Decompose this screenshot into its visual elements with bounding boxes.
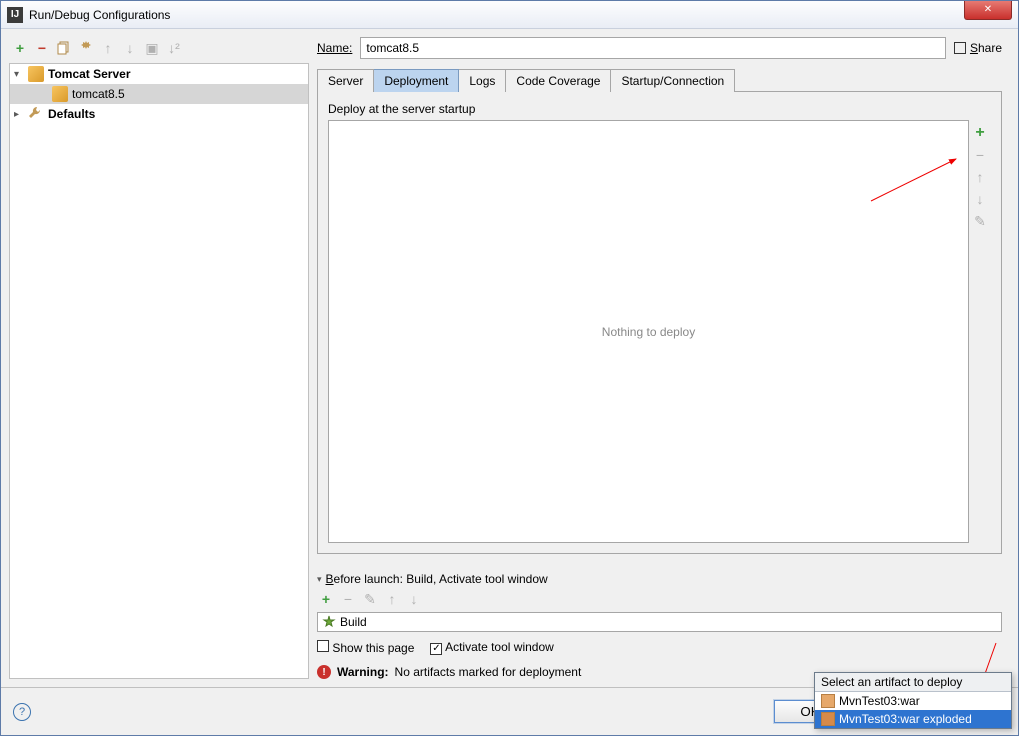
before-launch-header[interactable]: ▾ Before launch: Build, Activate tool wi… <box>317 572 1002 586</box>
artifact-icon <box>821 694 835 708</box>
tree-node-tomcat-instance[interactable]: tomcat8.5 <box>10 84 308 104</box>
warning-text: No artifacts marked for deployment <box>395 665 582 679</box>
help-button[interactable]: ? <box>13 703 31 721</box>
name-input[interactable] <box>360 37 946 59</box>
deploy-empty-text: Nothing to deploy <box>602 325 695 339</box>
add-config-icon[interactable]: + <box>11 39 29 57</box>
move-down-icon[interactable]: ↓ <box>405 590 423 608</box>
config-tree[interactable]: ▾ Tomcat Server tomcat8.5 ▸ Defaults <box>9 63 309 679</box>
dialog-body: + − ↑ ↓ ▣ ↓² ▾ Tomcat Server tomcat8.5 <box>1 29 1018 687</box>
tab-deployment[interactable]: Deployment <box>374 69 459 92</box>
tomcat-icon <box>52 86 68 102</box>
deployment-panel: Deploy at the server startup Nothing to … <box>317 92 1002 554</box>
sort-icon[interactable]: ↓² <box>165 39 183 57</box>
tree-label: Defaults <box>48 107 95 121</box>
chevron-down-icon: ▾ <box>14 69 28 80</box>
remove-artifact-icon[interactable]: − <box>971 146 989 164</box>
popup-item-label: MvnTest03:war exploded <box>839 712 972 726</box>
name-label: Name: <box>317 41 352 55</box>
add-artifact-icon[interactable]: + <box>971 124 989 142</box>
close-button[interactable]: ✕ <box>964 1 1012 20</box>
move-down-icon[interactable]: ↓ <box>971 190 989 208</box>
popup-item-war[interactable]: MvnTest03:war <box>815 692 1011 710</box>
tree-node-defaults[interactable]: ▸ Defaults <box>10 104 308 124</box>
popup-item-war-exploded[interactable]: MvnTest03:war exploded <box>815 710 1011 728</box>
tab-logs[interactable]: Logs <box>459 69 506 92</box>
artifact-icon <box>821 712 835 726</box>
move-up-icon[interactable]: ↑ <box>971 168 989 186</box>
build-label: Build <box>340 615 367 629</box>
edit-task-icon[interactable]: ✎ <box>361 590 379 608</box>
remove-config-icon[interactable]: − <box>33 39 51 57</box>
settings-icon[interactable] <box>77 39 95 57</box>
tab-code-coverage[interactable]: Code Coverage <box>506 69 611 92</box>
tab-server[interactable]: Server <box>317 69 374 92</box>
chevron-right-icon: ▸ <box>14 109 28 120</box>
options-row: Show this page ✓ Activate tool window <box>317 640 1002 655</box>
add-task-icon[interactable]: + <box>317 590 335 608</box>
build-icon <box>322 615 336 629</box>
app-icon: IJ <box>7 7 23 23</box>
popup-item-label: MvnTest03:war <box>839 694 920 708</box>
share-checkbox[interactable]: Share <box>954 41 1002 55</box>
remove-task-icon[interactable]: − <box>339 590 357 608</box>
edit-artifact-icon[interactable]: ✎ <box>971 212 989 230</box>
right-panel: Name: Share Server Deployment Logs Code … <box>309 37 1010 679</box>
tabs: Server Deployment Logs Code Coverage Sta… <box>317 69 1002 92</box>
move-down-icon[interactable]: ↓ <box>121 39 139 57</box>
titlebar-text: Run/Debug Configurations <box>29 8 964 22</box>
popup-title: Select an artifact to deploy <box>815 673 1011 692</box>
artifact-popup: Select an artifact to deploy MvnTest03:w… <box>814 672 1012 729</box>
activate-window-checkbox[interactable]: ✓ Activate tool window <box>430 640 553 655</box>
wrench-icon <box>28 106 44 122</box>
move-up-icon[interactable]: ↑ <box>383 590 401 608</box>
tree-label: tomcat8.5 <box>72 87 125 101</box>
tree-label: Tomcat Server <box>48 67 130 81</box>
before-launch-label: Before launch: Build, Activate tool wind… <box>326 572 548 586</box>
tree-toolbar: + − ↑ ↓ ▣ ↓² <box>9 37 309 63</box>
share-label: Share <box>970 41 1002 55</box>
warning-label: Warning: <box>337 665 389 679</box>
checkbox-icon <box>954 42 966 54</box>
checkbox-checked-icon: ✓ <box>430 643 442 655</box>
before-launch-list[interactable]: Build <box>317 612 1002 632</box>
deploy-section-label: Deploy at the server startup <box>328 102 991 116</box>
left-panel: + − ↑ ↓ ▣ ↓² ▾ Tomcat Server tomcat8.5 <box>9 37 309 679</box>
titlebar: IJ Run/Debug Configurations ✕ <box>1 1 1018 29</box>
chevron-down-icon: ▾ <box>317 574 322 585</box>
tree-node-tomcat-server[interactable]: ▾ Tomcat Server <box>10 64 308 84</box>
checkbox-icon <box>317 640 329 652</box>
deploy-side-toolbar: + − ↑ ↓ ✎ <box>969 120 991 543</box>
run-debug-dialog: IJ Run/Debug Configurations ✕ + − ↑ ↓ ▣ … <box>0 0 1019 736</box>
before-launch-toolbar: + − ✎ ↑ ↓ <box>317 586 1002 612</box>
folder-icon[interactable]: ▣ <box>143 39 161 57</box>
deploy-list[interactable]: Nothing to deploy <box>328 120 969 543</box>
warning-icon: ! <box>317 665 331 679</box>
tab-startup-connection[interactable]: Startup/Connection <box>611 69 735 92</box>
move-up-icon[interactable]: ↑ <box>99 39 117 57</box>
name-row: Name: Share <box>317 37 1002 59</box>
show-page-checkbox[interactable]: Show this page <box>317 640 414 655</box>
tomcat-icon <box>28 66 44 82</box>
copy-config-icon[interactable] <box>55 39 73 57</box>
deploy-area: Nothing to deploy + − ↑ ↓ ✎ <box>328 120 991 543</box>
